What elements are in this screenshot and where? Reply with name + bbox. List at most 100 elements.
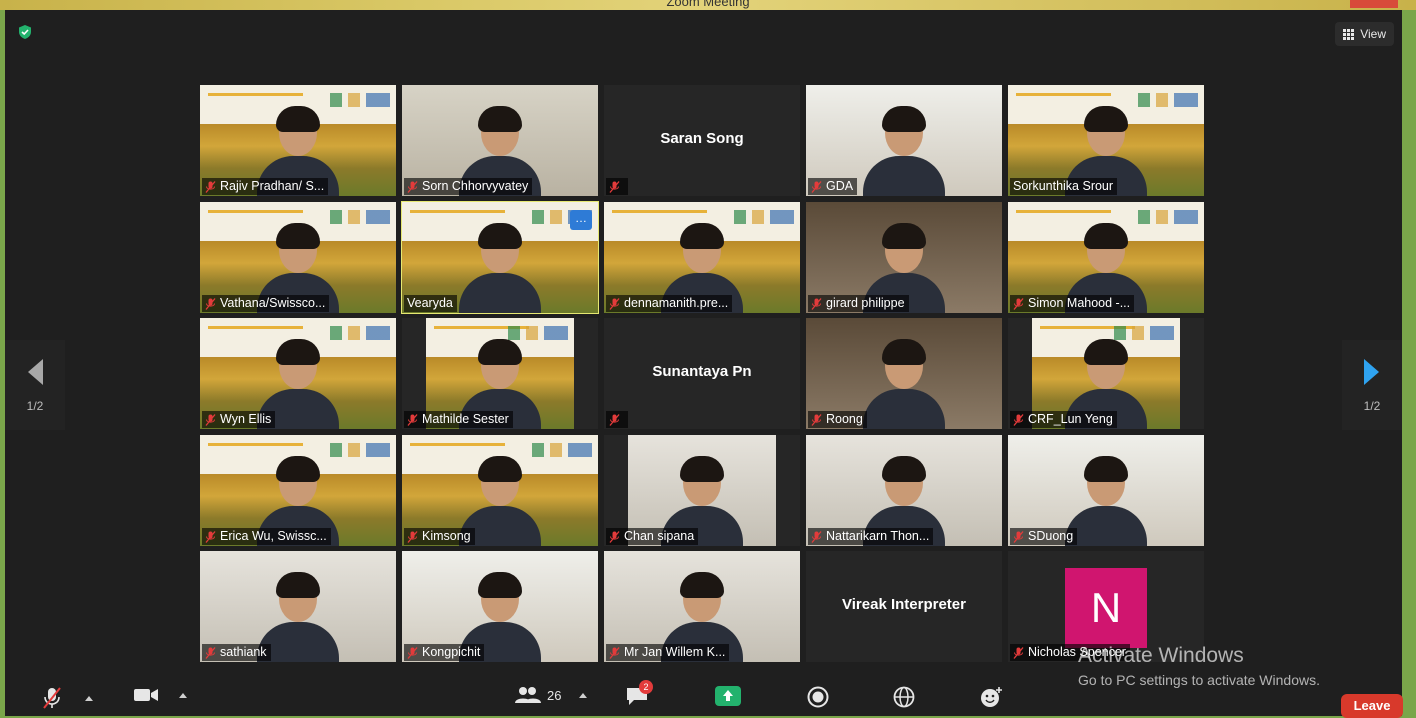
participant-tile[interactable]: CRF_Lun Yeng bbox=[1008, 318, 1204, 429]
participant-tile[interactable]: Kongpichit bbox=[402, 551, 598, 662]
microphone-muted-icon bbox=[407, 530, 418, 543]
microphone-muted-icon bbox=[1013, 413, 1024, 426]
participant-display-name: Sunantaya Pn bbox=[652, 363, 752, 380]
participant-tile[interactable]: sathiank bbox=[200, 551, 396, 662]
participant-name-label: Erica Wu, Swissc... bbox=[202, 528, 331, 545]
share-screen-button[interactable] bbox=[715, 686, 741, 706]
participant-name-label: Roong bbox=[808, 411, 867, 428]
participant-name: Erica Wu, Swissc... bbox=[220, 529, 327, 543]
microphone-muted-icon bbox=[811, 413, 822, 426]
participant-tile[interactable]: Chan sipana bbox=[604, 435, 800, 546]
participant-name-label: Chan sipana bbox=[606, 528, 699, 545]
microphone-muted-icon bbox=[407, 413, 418, 426]
microphone-muted-icon bbox=[811, 530, 822, 543]
microphone-muted-icon bbox=[609, 646, 620, 659]
participant-tile[interactable]: Vathana/Swissco... bbox=[200, 202, 396, 313]
participant-name-label: Simon Mahood -... bbox=[1010, 295, 1135, 312]
audio-options-caret[interactable] bbox=[85, 695, 93, 701]
microphone-muted-icon bbox=[1013, 646, 1024, 659]
window-close-strip[interactable] bbox=[1350, 0, 1398, 8]
microphone-muted-icon bbox=[205, 180, 216, 193]
participant-name: Roong bbox=[826, 412, 863, 426]
participant-name-label bbox=[606, 411, 628, 428]
participant-tile[interactable]: Mathilde Sester bbox=[402, 318, 598, 429]
next-page-button[interactable]: 1/2 bbox=[1342, 340, 1402, 430]
participant-tile[interactable]: Vireak Interpreter bbox=[806, 551, 1002, 662]
participant-tile[interactable]: Wyn Ellis bbox=[200, 318, 396, 429]
participant-display-name: Saran Song bbox=[660, 130, 744, 147]
video-options-caret[interactable] bbox=[179, 692, 187, 698]
participant-name: Wyn Ellis bbox=[220, 412, 272, 426]
participant-video bbox=[459, 221, 541, 313]
avatar: N bbox=[1065, 568, 1147, 648]
microphone-muted-icon bbox=[811, 297, 822, 310]
watermark-title: Activate Windows bbox=[1078, 644, 1244, 667]
microphone-muted-icon bbox=[205, 646, 216, 659]
shield-icon[interactable] bbox=[17, 24, 33, 40]
microphone-muted-icon bbox=[205, 530, 216, 543]
record-button[interactable] bbox=[807, 686, 829, 708]
participant-tile[interactable]: Sunantaya Pn bbox=[604, 318, 800, 429]
participant-name: Chan sipana bbox=[624, 529, 695, 543]
participant-tile[interactable]: Saran Song bbox=[604, 85, 800, 196]
participant-tile[interactable]: Sorkunthika Srour bbox=[1008, 85, 1204, 196]
video-camera-icon bbox=[134, 689, 158, 701]
previous-page-button[interactable]: 1/2 bbox=[5, 340, 65, 430]
more-options-button[interactable]: … bbox=[570, 210, 592, 230]
participant-name: girard philippe bbox=[826, 296, 905, 310]
participants-button[interactable]: 26 bbox=[515, 686, 588, 704]
participant-video bbox=[863, 104, 945, 196]
participant-display-name: Vireak Interpreter bbox=[842, 596, 966, 613]
participant-name: GDA bbox=[826, 179, 854, 193]
participant-tile[interactable]: GDA bbox=[806, 85, 1002, 196]
participant-tile[interactable]: girard philippe bbox=[806, 202, 1002, 313]
desktop-strip: Zoom Meeting bbox=[0, 0, 1416, 10]
reactions-button[interactable] bbox=[979, 686, 1003, 708]
globe-icon bbox=[893, 686, 915, 708]
participant-tile[interactable]: Sorn Chhorvyvatey bbox=[402, 85, 598, 196]
mute-button[interactable] bbox=[41, 686, 93, 710]
participant-tile[interactable]: Rajiv Pradhan/ S... bbox=[200, 85, 396, 196]
participant-name-label: Kongpichit bbox=[404, 644, 485, 661]
participant-name: Kongpichit bbox=[422, 645, 481, 659]
participant-tile[interactable]: … Vearyda bbox=[401, 201, 599, 314]
participant-name-label: Nattarikarn Thon... bbox=[808, 528, 934, 545]
participants-options-caret[interactable] bbox=[579, 692, 588, 698]
chat-button[interactable]: 2 bbox=[625, 680, 653, 706]
leave-button[interactable]: Leave bbox=[1341, 694, 1403, 718]
participant-name: Rajiv Pradhan/ S... bbox=[220, 179, 325, 193]
window-title: Zoom Meeting bbox=[666, 0, 750, 9]
participant-name-label: Wyn Ellis bbox=[202, 411, 276, 428]
microphone-muted-icon bbox=[407, 180, 418, 193]
emoji-icon bbox=[981, 687, 1002, 707]
participant-name-label: dennamanith.pre... bbox=[606, 295, 733, 312]
microphone-muted-icon bbox=[1013, 530, 1024, 543]
participant-name: Sorn Chhorvyvatey bbox=[422, 179, 529, 193]
view-button[interactable]: View bbox=[1335, 22, 1394, 46]
participant-name: Mr Jan Willem K... bbox=[624, 645, 726, 659]
participant-tile[interactable]: dennamanith.pre... bbox=[604, 202, 800, 313]
participant-name: Mathilde Sester bbox=[422, 412, 509, 426]
video-grid: Rajiv Pradhan/ S... Sorn Chhorvyvatey Sara… bbox=[200, 85, 1210, 665]
video-button[interactable] bbox=[133, 686, 187, 704]
microphone-muted-icon bbox=[811, 180, 822, 193]
participant-name-label bbox=[606, 178, 628, 195]
participant-name: Kimsong bbox=[422, 529, 471, 543]
participant-tile[interactable]: SDuong bbox=[1008, 435, 1204, 546]
participant-name-label: Vearyda bbox=[404, 295, 457, 312]
meeting-toolbar: 26 2 bbox=[5, 678, 1402, 716]
participant-video bbox=[1065, 454, 1147, 546]
participant-name-label: CRF_Lun Yeng bbox=[1010, 411, 1117, 428]
participant-tile[interactable]: Kimsong bbox=[402, 435, 598, 546]
participant-name-label: Sorn Chhorvyvatey bbox=[404, 178, 533, 195]
participant-name: CRF_Lun Yeng bbox=[1028, 412, 1113, 426]
participant-tile[interactable]: Mr Jan Willem K... bbox=[604, 551, 800, 662]
participant-tile[interactable]: Roong bbox=[806, 318, 1002, 429]
participant-name: Nattarikarn Thon... bbox=[826, 529, 930, 543]
participant-tile[interactable]: Erica Wu, Swissc... bbox=[200, 435, 396, 546]
participant-tile[interactable]: Simon Mahood -... bbox=[1008, 202, 1204, 313]
participant-tile[interactable]: Nattarikarn Thon... bbox=[806, 435, 1002, 546]
participant-video bbox=[863, 337, 945, 429]
interpretation-button[interactable] bbox=[893, 686, 915, 708]
microphone-muted-icon bbox=[43, 687, 61, 709]
